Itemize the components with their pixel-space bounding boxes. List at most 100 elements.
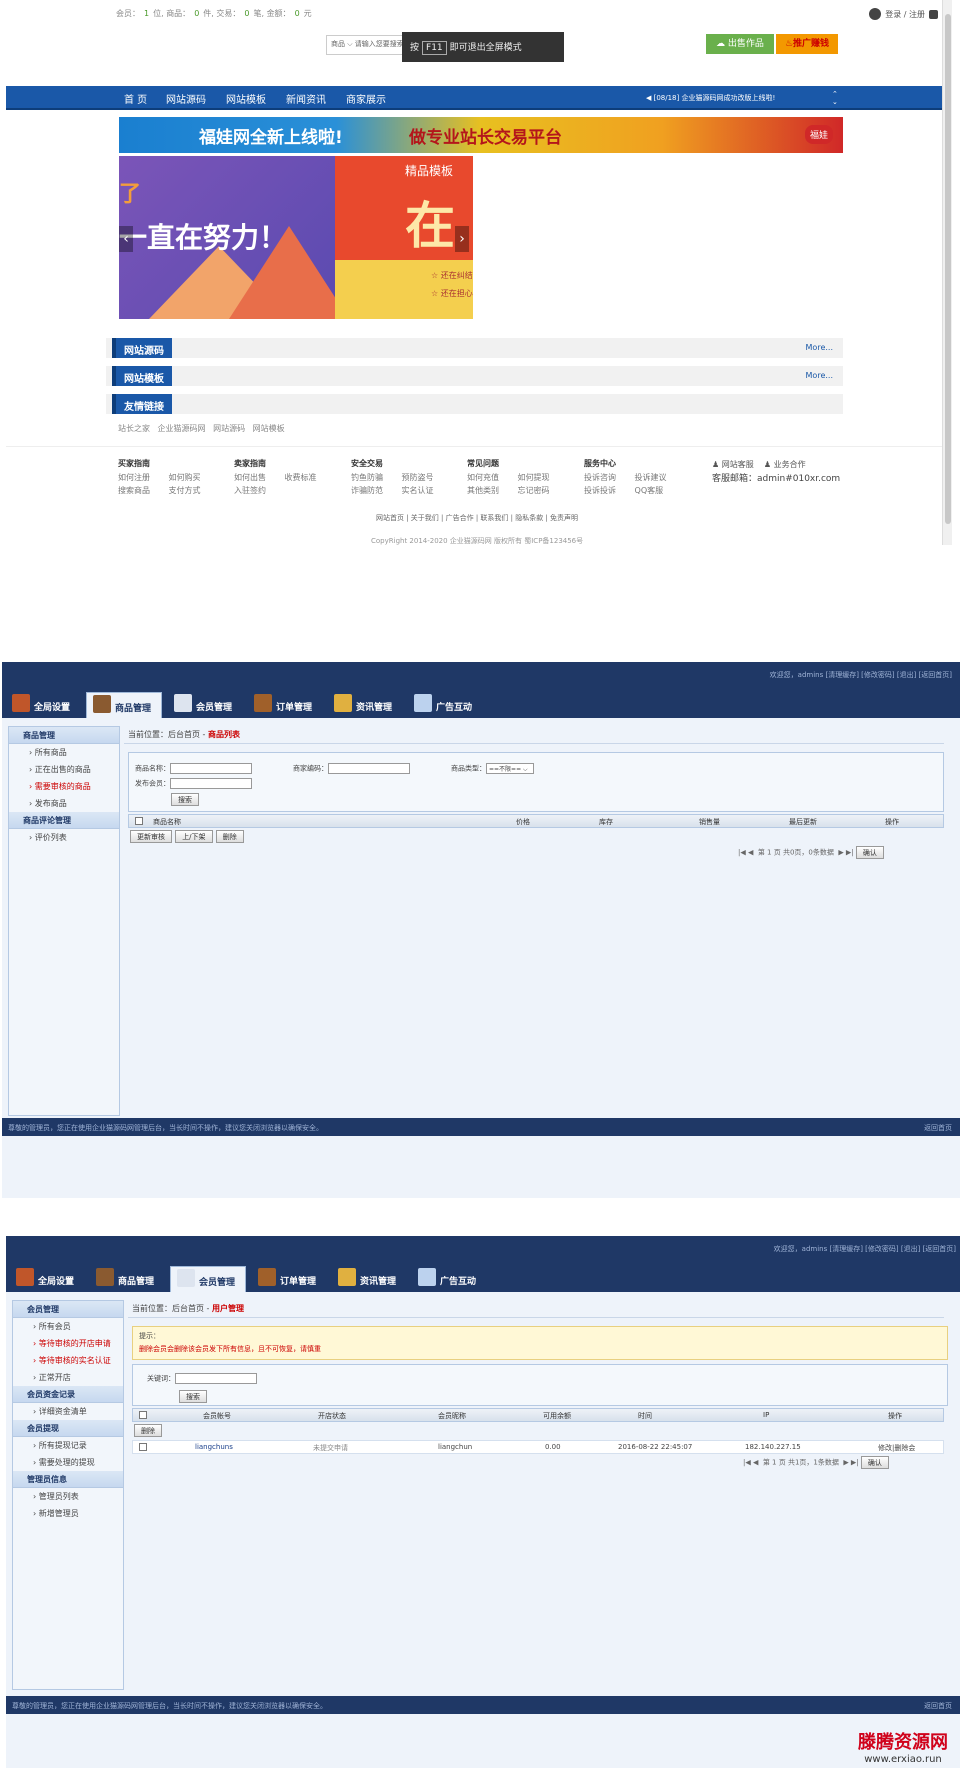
table-row[interactable]: liangchuns 未提交申请 liangchun 0.00 2016-08-… [132, 1440, 944, 1454]
update-audit-button[interactable]: 更新审核 [130, 830, 172, 843]
footer-links[interactable]: 如何出售 收费标准 [234, 471, 317, 484]
tab-orders[interactable]: 订单管理 [252, 1266, 324, 1292]
pager-first-icon[interactable]: |◀ ◀ [743, 1459, 758, 1467]
nav-template[interactable]: 网站模板 [226, 91, 266, 106]
login-link[interactable]: 登录 / 注册 [869, 8, 938, 20]
footer-links[interactable]: 投诉咨询 投诉建议 [584, 471, 667, 484]
notice-text[interactable]: [08/18] 企业猫源码网成功改版上线啦! [654, 94, 776, 102]
footer-home-link[interactable]: 返回首页 [924, 1123, 952, 1133]
nav-home[interactable]: 首 页 [124, 91, 147, 106]
delete-button[interactable]: 删除 [134, 1424, 162, 1437]
publisher-input[interactable] [170, 778, 252, 789]
ticker-arrows-icon[interactable]: ⌃ ⌄ [832, 90, 838, 106]
tab-goods[interactable]: 商品管理 [86, 692, 162, 718]
footer-links[interactable]: 钓鱼防骗 预防盗号 [351, 471, 434, 484]
sidebar-item[interactable]: › 详细资金清单 [13, 1403, 123, 1420]
toggle-shelf-button[interactable]: 上/下架 [175, 830, 213, 843]
pager-confirm-button[interactable]: 确认 [855, 846, 884, 859]
nav-source[interactable]: 网站源码 [166, 91, 206, 106]
notice-ticker[interactable]: ◀ [08/18] 企业猫源码网成功改版上线啦! [646, 93, 775, 103]
tab-ads[interactable]: 广告互动 [412, 1266, 484, 1292]
tab-news[interactable]: 资讯管理 [332, 1266, 404, 1292]
sidebar-item[interactable]: › 新增管理员 [13, 1505, 123, 1522]
qq-icon: ♟ [763, 460, 774, 469]
footer-links[interactable]: 投诉投诉 QQ客服 [584, 484, 667, 497]
admin-header-links[interactable]: 欢迎您，admins [清理缓存] [修改密码] [退出] [返回首页] [770, 670, 952, 680]
delete-button[interactable]: 删除 [215, 830, 244, 843]
sidebar-item[interactable]: › 评价列表 [9, 829, 119, 846]
select-all-checkbox[interactable] [139, 1411, 147, 1419]
footer-nav[interactable]: 网站首页 | 关于我们 | 广告合作 | 联系我们 | 隐私条款 | 免责声明 [376, 513, 578, 523]
pager-last-icon[interactable]: ▶ ▶| [843, 1459, 858, 1467]
footer-links[interactable]: 搜索商品 支付方式 [118, 484, 201, 497]
next-slide-icon[interactable]: › [455, 226, 469, 252]
more-link[interactable]: More... [806, 343, 833, 352]
promo-button[interactable]: ♨推广赚钱 [776, 34, 838, 54]
sidebar-group[interactable]: 管理员信息 [13, 1471, 123, 1488]
footer-links[interactable]: 如何充值 如何提现 [467, 471, 550, 484]
sidebar-group[interactable]: 会员提现 [13, 1420, 123, 1437]
sidebar-item[interactable]: › 需要处理的提现 [13, 1454, 123, 1471]
sidebar-item[interactable]: › 等待审核的开店申请 [13, 1335, 123, 1352]
sidebar-group[interactable]: 商品管理 [9, 727, 119, 744]
tab-members[interactable]: 会员管理 [170, 1266, 246, 1292]
tab-news[interactable]: 资讯管理 [328, 692, 400, 718]
promo-banner[interactable]: 福娃网全新上线啦! 做专业站长交易平台 福娃 [119, 117, 843, 153]
sidebar-group[interactable]: 商品评论管理 [9, 812, 119, 829]
scrollbar-thumb[interactable] [945, 14, 951, 524]
sidebar-item[interactable]: › 正常开店 [13, 1369, 123, 1386]
sidebar-item[interactable]: › 管理员列表 [13, 1488, 123, 1505]
image-slider[interactable]: 了 一直在努力！ 精品模板 在 ☆ 还在纠结 ☆ 还在担心 ‹ › [119, 156, 473, 319]
keyword-input[interactable] [175, 1373, 257, 1384]
scrollbar[interactable] [942, 0, 952, 545]
nav-news[interactable]: 新闻资讯 [286, 91, 326, 106]
sidebar-item[interactable]: › 正在出售的商品 [9, 761, 119, 778]
cell-operations[interactable]: 修改|删除会 [878, 1443, 915, 1453]
tab-global[interactable]: 全局设置 [10, 1266, 82, 1292]
sidebar-item[interactable]: › 需要审核的商品 [9, 778, 119, 795]
more-link[interactable]: More... [806, 371, 833, 380]
sidebar-group[interactable]: 会员管理 [13, 1301, 123, 1318]
sidebar-item[interactable]: › 所有商品 [9, 744, 119, 761]
sidebar-item[interactable]: › 等待审核的实名认证 [13, 1352, 123, 1369]
sidebar-item-label: 发布商品 [34, 799, 67, 808]
goods-name-input[interactable] [170, 763, 252, 774]
search-button[interactable]: 搜索 [171, 793, 199, 806]
tab-ads[interactable]: 广告互动 [408, 692, 480, 718]
tab-global[interactable]: 全局设置 [6, 692, 78, 718]
tab-goods[interactable]: 商品管理 [90, 1266, 162, 1292]
footer-col-title: 卖家指南 [234, 459, 266, 468]
qq-icon[interactable] [929, 9, 938, 19]
merchant-code-input[interactable] [328, 763, 410, 774]
friend-links[interactable]: 站长之家 企业猫源码网 网站源码 网站模板 [118, 423, 285, 434]
pager-last-icon[interactable]: ▶ ▶| [838, 849, 853, 857]
sell-button[interactable]: ☁ 出售作品 [706, 34, 774, 54]
business-link[interactable]: 业务合作 [774, 460, 806, 469]
tab-orders[interactable]: 订单管理 [248, 692, 320, 718]
pager-confirm-button[interactable]: 确认 [860, 1456, 889, 1469]
tab-members[interactable]: 会员管理 [168, 692, 240, 718]
row-checkbox[interactable] [139, 1443, 147, 1451]
service-link[interactable]: 网站客服 [722, 460, 754, 469]
footer-home-link[interactable]: 返回首页 [924, 1701, 952, 1711]
search-type-select[interactable]: 商品 [331, 40, 345, 48]
pager-first-icon[interactable]: |◀ ◀ [738, 849, 753, 857]
cell-account[interactable]: liangchuns [195, 1443, 233, 1451]
sidebar-item[interactable]: › 所有提现记录 [13, 1437, 123, 1454]
footer-links[interactable]: 诈骗防范 实名认证 [351, 484, 434, 497]
footer-links[interactable]: 其他类别 忘记密码 [467, 484, 550, 497]
sidebar-item[interactable]: › 发布商品 [9, 795, 119, 812]
login-register-text[interactable]: 登录 / 注册 [885, 9, 925, 20]
select-all-checkbox[interactable] [135, 817, 143, 825]
sidebar-group[interactable]: 会员资金记录 [13, 1386, 123, 1403]
nav-shops[interactable]: 商家展示 [346, 91, 386, 106]
slide-two-title: 精品模板 [405, 164, 454, 178]
prev-slide-icon[interactable]: ‹ [119, 226, 133, 252]
footer-links[interactable]: 入驻签约 [234, 484, 317, 497]
admin-members-screenshot: 欢迎您，admins [清理缓存] [修改密码] [退出] [返回首页] 全局设… [6, 1236, 960, 1768]
search-button[interactable]: 搜索 [179, 1390, 207, 1403]
goods-type-select[interactable]: ==不限== ⌵ [486, 763, 534, 774]
sidebar-item[interactable]: › 所有会员 [13, 1318, 123, 1335]
footer-links[interactable]: 如何注册 如何购买 [118, 471, 201, 484]
admin-header-links[interactable]: 欢迎您，admins [清理缓存] [修改密码] [退出] [返回首页] [774, 1244, 956, 1254]
